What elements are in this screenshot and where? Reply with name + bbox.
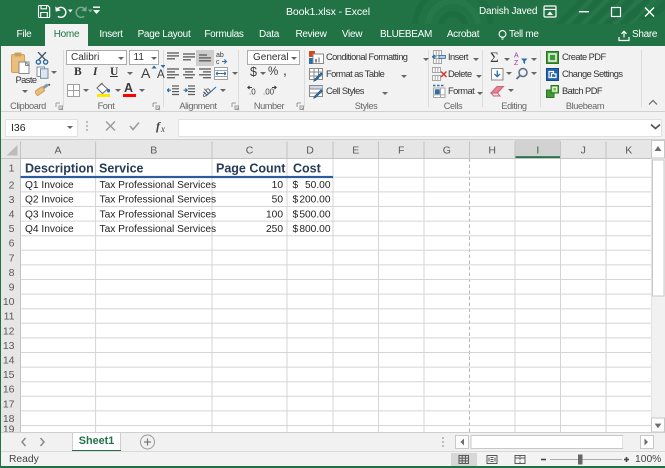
svg-text:Q4 Invoice: Q4 Invoice [25, 224, 74, 235]
svg-text:D: D [306, 145, 314, 157]
svg-text:Q2 Invoice: Q2 Invoice [25, 195, 74, 206]
svg-text:100: 100 [266, 209, 283, 220]
svg-text:F: F [398, 145, 404, 157]
svg-text:Description: Description [25, 162, 94, 176]
svg-text:A: A [514, 53, 519, 60]
svg-text:Tax Professional Services: Tax Professional Services [100, 209, 217, 220]
svg-text:16: 16 [3, 384, 15, 396]
svg-text:$: $ [293, 224, 299, 235]
svg-text:200.00: 200.00 [299, 195, 330, 206]
svg-text:500.00: 500.00 [299, 209, 330, 220]
svg-text:8: 8 [9, 267, 15, 279]
svg-text:50: 50 [272, 195, 284, 206]
svg-text:$: $ [293, 180, 299, 191]
svg-text:Q3 Invoice: Q3 Invoice [25, 209, 74, 220]
svg-text:13: 13 [3, 340, 15, 352]
svg-text:$: $ [293, 209, 299, 220]
svg-text:G: G [443, 145, 451, 157]
svg-text:H: H [488, 145, 496, 157]
svg-text:5: 5 [9, 223, 15, 235]
svg-text:c: c [216, 59, 220, 65]
svg-text:Tax Professional Services: Tax Professional Services [100, 195, 217, 206]
svg-text:C: C [246, 145, 254, 157]
svg-text:$: $ [293, 195, 299, 206]
svg-text:x: x [160, 124, 165, 134]
svg-text:250: 250 [266, 224, 283, 235]
svg-text:15: 15 [3, 369, 15, 381]
svg-text:10: 10 [3, 296, 15, 308]
svg-text:17: 17 [3, 398, 15, 410]
svg-text:B: B [150, 145, 157, 157]
svg-text:19: 19 [3, 423, 15, 432]
svg-text:A: A [157, 69, 165, 80]
svg-text:12: 12 [3, 325, 15, 337]
svg-text:14: 14 [3, 355, 15, 367]
svg-text:3: 3 [9, 194, 15, 206]
svg-text:A: A [54, 145, 61, 157]
svg-text:Service: Service [99, 162, 144, 176]
svg-text:Tax Professional Services: Tax Professional Services [100, 180, 217, 191]
svg-text:9: 9 [9, 282, 15, 294]
svg-text:E: E [352, 145, 359, 157]
svg-text:I: I [536, 145, 539, 157]
svg-text:ab: ab [216, 52, 224, 59]
svg-text:2: 2 [9, 179, 15, 191]
svg-text:7: 7 [9, 252, 15, 264]
svg-text:.0: .0 [249, 88, 256, 97]
svg-text:Tax Professional Services: Tax Professional Services [100, 224, 217, 235]
svg-text:4: 4 [9, 209, 15, 221]
svg-text:Z: Z [514, 60, 519, 65]
svg-text:6: 6 [9, 238, 15, 250]
svg-text:K: K [625, 145, 632, 157]
svg-text:J: J [581, 145, 586, 157]
svg-text:Q1 Invoice: Q1 Invoice [25, 180, 74, 191]
svg-text:800.00: 800.00 [299, 224, 330, 235]
svg-text:1: 1 [9, 163, 15, 175]
svg-text:10: 10 [272, 180, 284, 191]
svg-text:50.00: 50.00 [305, 180, 331, 191]
svg-text:A: A [141, 65, 151, 80]
svg-text:.00: .00 [263, 88, 275, 97]
svg-text:Cost: Cost [293, 162, 322, 176]
svg-text:11: 11 [4, 311, 15, 323]
svg-text:Page Count: Page Count [216, 162, 286, 176]
